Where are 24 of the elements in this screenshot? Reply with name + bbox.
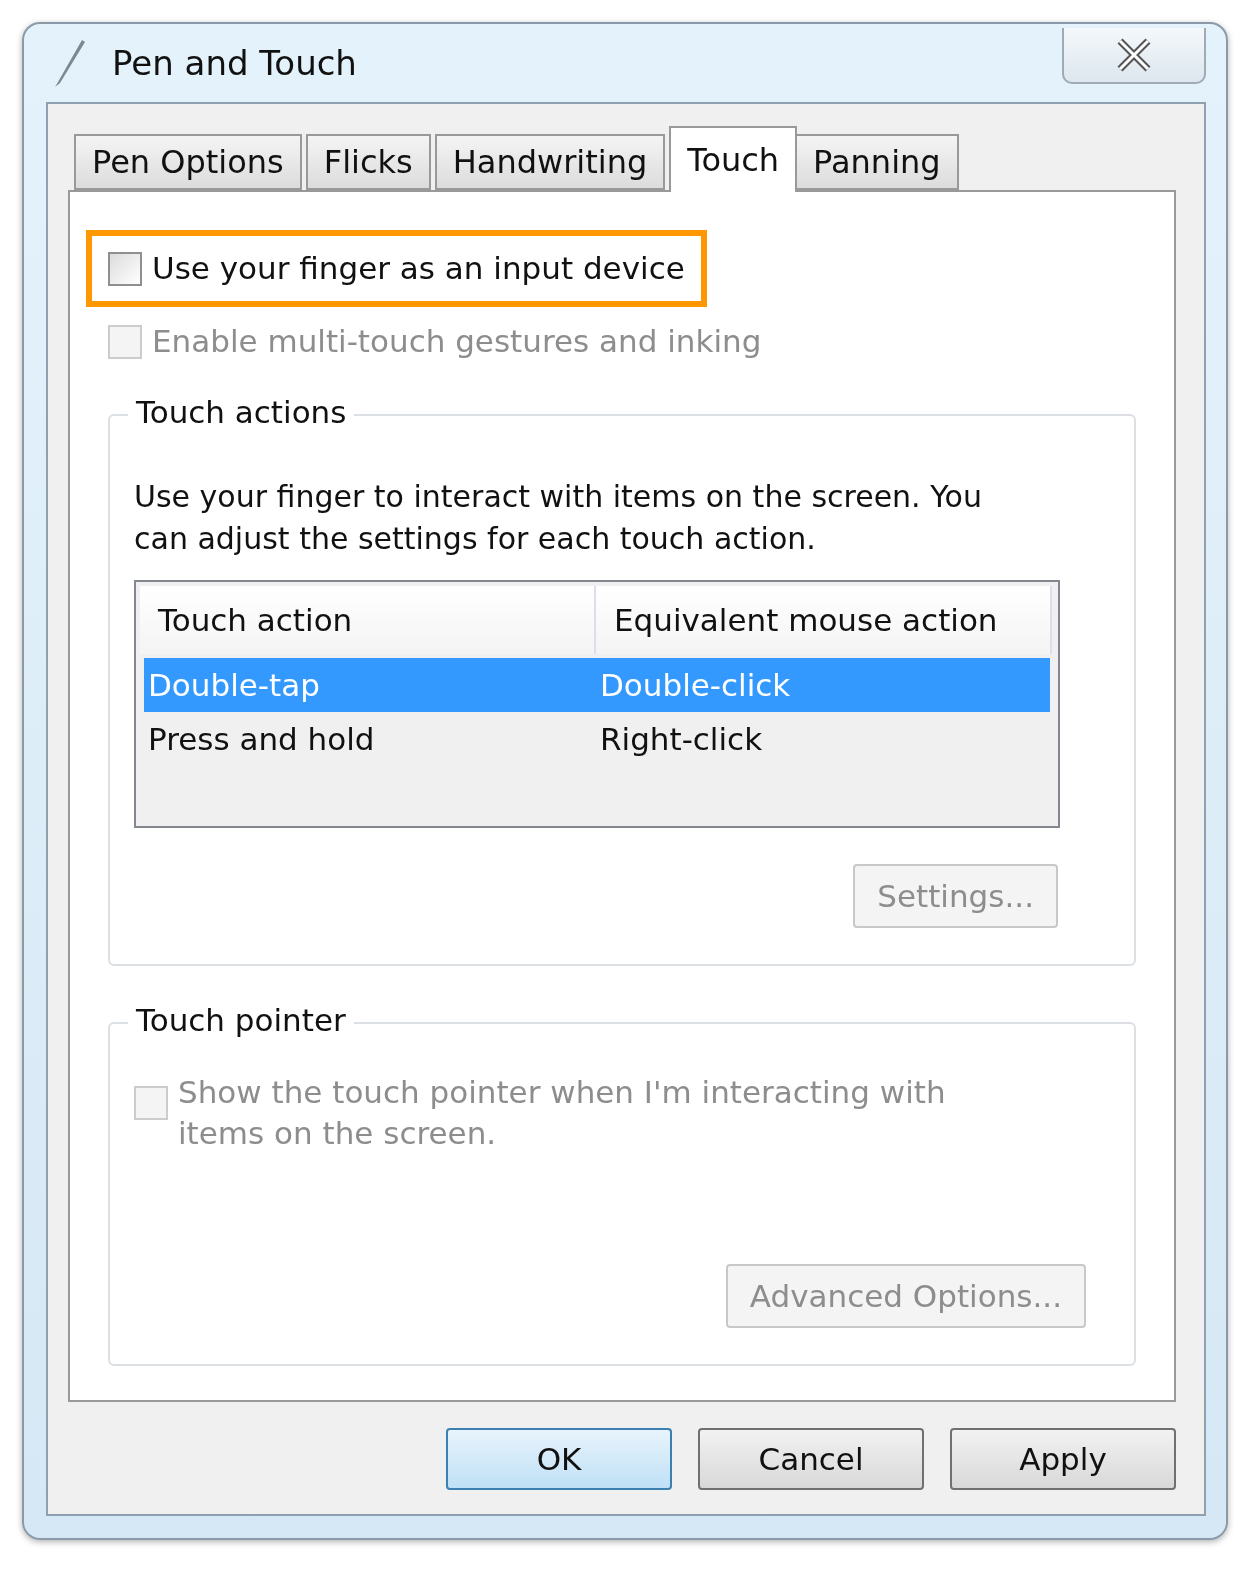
column-header[interactable]: Equivalent mouse action: [596, 586, 1052, 654]
table-cell-text: Right-click: [599, 720, 764, 759]
pen-icon: [52, 38, 86, 88]
description: Use your finger to interact with items on the screen. You can adjust the settings for each touch action.: [134, 478, 983, 558]
table-cell-text: Press and hold: [147, 720, 376, 759]
checkbox[interactable]: [108, 251, 142, 286]
checkbox-label: Enable multi-touch gestures and inking: [152, 322, 762, 361]
tab[interactable]: Pen Options: [74, 134, 302, 190]
table-cell-text: Double-click: [599, 666, 792, 705]
dialog-button[interactable]: Cancel: [698, 1428, 924, 1490]
checkbox-label: Show the touch pointer when I'm interacting with items on the screen.: [178, 1073, 947, 1153]
table-cell-text: Double-tap: [147, 666, 321, 705]
dialog-button[interactable]: OK: [446, 1428, 672, 1490]
tab[interactable]: Touch: [669, 126, 798, 192]
checkbox-label: Use your finger as an input device: [152, 249, 685, 288]
window-title: Pen and Touch: [112, 43, 358, 83]
dialog-button[interactable]: Apply: [950, 1428, 1176, 1490]
tab[interactable]: Flicks: [305, 134, 431, 190]
list-row[interactable]: Press and hold Right-click: [144, 712, 1050, 766]
close-icon: [1115, 38, 1153, 72]
close-button[interactable]: [1062, 28, 1206, 84]
tab[interactable]: Handwriting: [434, 134, 666, 190]
column-header[interactable]: Touch action: [140, 586, 596, 654]
tab[interactable]: Panning: [795, 134, 959, 190]
